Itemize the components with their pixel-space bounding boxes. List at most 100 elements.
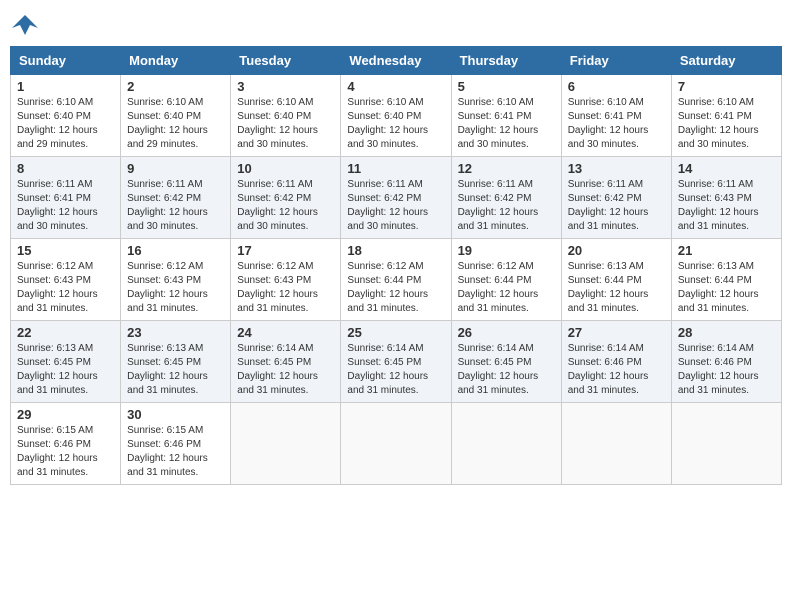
calendar-day-cell: 13 Sunrise: 6:11 AMSunset: 6:42 PMDayligh…	[561, 157, 671, 239]
day-info: Sunrise: 6:11 AMSunset: 6:41 PMDaylight:…	[17, 178, 114, 234]
calendar-day-cell: 30 Sunrise: 6:15 AMSunset: 6:46 PMDayligh…	[121, 403, 231, 485]
day-number: 28	[678, 325, 775, 340]
day-number: 7	[678, 79, 775, 94]
day-number: 4	[347, 79, 444, 94]
calendar-day-cell: 28 Sunrise: 6:14 AMSunset: 6:46 PMDayligh…	[671, 321, 781, 403]
calendar-day-cell: 25 Sunrise: 6:14 AMSunset: 6:45 PMDayligh…	[341, 321, 451, 403]
calendar-day-cell: 20 Sunrise: 6:13 AMSunset: 6:44 PMDayligh…	[561, 239, 671, 321]
day-number: 3	[237, 79, 334, 94]
day-number: 30	[127, 407, 224, 422]
day-info: Sunrise: 6:11 AMSunset: 6:42 PMDaylight:…	[568, 178, 665, 234]
day-info: Sunrise: 6:13 AMSunset: 6:44 PMDaylight:…	[568, 260, 665, 316]
day-info: Sunrise: 6:12 AMSunset: 6:44 PMDaylight:…	[458, 260, 555, 316]
day-info: Sunrise: 6:10 AMSunset: 6:40 PMDaylight:…	[347, 96, 444, 152]
calendar-day-cell	[231, 403, 341, 485]
day-number: 24	[237, 325, 334, 340]
day-info: Sunrise: 6:12 AMSunset: 6:43 PMDaylight:…	[17, 260, 114, 316]
day-info: Sunrise: 6:13 AMSunset: 6:45 PMDaylight:…	[127, 342, 224, 398]
page-header	[10, 10, 782, 40]
calendar-day-cell: 11 Sunrise: 6:11 AMSunset: 6:42 PMDayligh…	[341, 157, 451, 239]
calendar-day-cell	[341, 403, 451, 485]
calendar-table: SundayMondayTuesdayWednesdayThursdayFrid…	[10, 46, 782, 485]
day-info: Sunrise: 6:12 AMSunset: 6:43 PMDaylight:…	[127, 260, 224, 316]
day-number: 27	[568, 325, 665, 340]
calendar-day-cell: 15Sunrise: 6:12 AMSunset: 6:43 PMDayligh…	[11, 239, 121, 321]
column-header-wednesday: Wednesday	[341, 47, 451, 75]
calendar-week-row: 8 Sunrise: 6:11 AMSunset: 6:41 PMDaylight…	[11, 157, 782, 239]
day-info: Sunrise: 6:11 AMSunset: 6:42 PMDaylight:…	[347, 178, 444, 234]
calendar-day-cell: 26 Sunrise: 6:14 AMSunset: 6:45 PMDayligh…	[451, 321, 561, 403]
calendar-day-cell: 7Sunrise: 6:10 AMSunset: 6:41 PMDaylight…	[671, 75, 781, 157]
calendar-day-cell: 9 Sunrise: 6:11 AMSunset: 6:42 PMDaylight…	[121, 157, 231, 239]
calendar-day-cell: 6 Sunrise: 6:10 AMSunset: 6:41 PMDaylight…	[561, 75, 671, 157]
day-info: Sunrise: 6:12 AMSunset: 6:43 PMDaylight:…	[237, 260, 334, 316]
calendar-day-cell: 3 Sunrise: 6:10 AMSunset: 6:40 PMDaylight…	[231, 75, 341, 157]
day-info: Sunrise: 6:12 AMSunset: 6:44 PMDaylight:…	[347, 260, 444, 316]
calendar-week-row: 22 Sunrise: 6:13 AMSunset: 6:45 PMDayligh…	[11, 321, 782, 403]
day-number: 20	[568, 243, 665, 258]
day-number: 25	[347, 325, 444, 340]
day-number: 19	[458, 243, 555, 258]
day-number: 14	[678, 161, 775, 176]
day-info: Sunrise: 6:11 AMSunset: 6:42 PMDaylight:…	[127, 178, 224, 234]
column-header-thursday: Thursday	[451, 47, 561, 75]
calendar-day-cell: 1 Sunrise: 6:10 AMSunset: 6:40 PMDaylight…	[11, 75, 121, 157]
column-header-sunday: Sunday	[11, 47, 121, 75]
day-info: Sunrise: 6:13 AMSunset: 6:45 PMDaylight:…	[17, 342, 114, 398]
day-number: 1	[17, 79, 114, 94]
day-number: 21	[678, 243, 775, 258]
calendar-day-cell: 27 Sunrise: 6:14 AMSunset: 6:46 PMDayligh…	[561, 321, 671, 403]
calendar-day-cell: 12 Sunrise: 6:11 AMSunset: 6:42 PMDayligh…	[451, 157, 561, 239]
day-number: 6	[568, 79, 665, 94]
day-info: Sunrise: 6:14 AMSunset: 6:46 PMDaylight:…	[568, 342, 665, 398]
day-info: Sunrise: 6:14 AMSunset: 6:46 PMDaylight:…	[678, 342, 775, 398]
calendar-week-row: 29Sunrise: 6:15 AMSunset: 6:46 PMDayligh…	[11, 403, 782, 485]
calendar-day-cell: 14Sunrise: 6:11 AMSunset: 6:43 PMDayligh…	[671, 157, 781, 239]
day-number: 9	[127, 161, 224, 176]
day-number: 11	[347, 161, 444, 176]
day-info: Sunrise: 6:14 AMSunset: 6:45 PMDaylight:…	[458, 342, 555, 398]
day-info: Sunrise: 6:15 AMSunset: 6:46 PMDaylight:…	[127, 424, 224, 480]
day-number: 10	[237, 161, 334, 176]
day-number: 18	[347, 243, 444, 258]
day-number: 16	[127, 243, 224, 258]
day-info: Sunrise: 6:10 AMSunset: 6:40 PMDaylight:…	[127, 96, 224, 152]
calendar-week-row: 15Sunrise: 6:12 AMSunset: 6:43 PMDayligh…	[11, 239, 782, 321]
column-header-friday: Friday	[561, 47, 671, 75]
day-info: Sunrise: 6:10 AMSunset: 6:41 PMDaylight:…	[458, 96, 555, 152]
column-header-saturday: Saturday	[671, 47, 781, 75]
column-header-tuesday: Tuesday	[231, 47, 341, 75]
column-header-monday: Monday	[121, 47, 231, 75]
calendar-day-cell: 4 Sunrise: 6:10 AMSunset: 6:40 PMDaylight…	[341, 75, 451, 157]
day-number: 22	[17, 325, 114, 340]
day-number: 2	[127, 79, 224, 94]
day-info: Sunrise: 6:10 AMSunset: 6:40 PMDaylight:…	[237, 96, 334, 152]
calendar-day-cell: 8 Sunrise: 6:11 AMSunset: 6:41 PMDaylight…	[11, 157, 121, 239]
calendar-day-cell: 2 Sunrise: 6:10 AMSunset: 6:40 PMDaylight…	[121, 75, 231, 157]
calendar-day-cell: 17Sunrise: 6:12 AMSunset: 6:43 PMDayligh…	[231, 239, 341, 321]
day-info: Sunrise: 6:14 AMSunset: 6:45 PMDaylight:…	[347, 342, 444, 398]
day-number: 13	[568, 161, 665, 176]
day-info: Sunrise: 6:13 AMSunset: 6:44 PMDaylight:…	[678, 260, 775, 316]
day-number: 26	[458, 325, 555, 340]
calendar-day-cell	[561, 403, 671, 485]
calendar-day-cell	[671, 403, 781, 485]
calendar-day-cell: 5 Sunrise: 6:10 AMSunset: 6:41 PMDaylight…	[451, 75, 561, 157]
calendar-day-cell: 24Sunrise: 6:14 AMSunset: 6:45 PMDayligh…	[231, 321, 341, 403]
day-number: 5	[458, 79, 555, 94]
day-number: 12	[458, 161, 555, 176]
calendar-day-cell	[451, 403, 561, 485]
day-info: Sunrise: 6:10 AMSunset: 6:41 PMDaylight:…	[568, 96, 665, 152]
logo	[10, 10, 44, 40]
calendar-day-cell: 16 Sunrise: 6:12 AMSunset: 6:43 PMDayligh…	[121, 239, 231, 321]
day-info: Sunrise: 6:11 AMSunset: 6:42 PMDaylight:…	[237, 178, 334, 234]
calendar-day-cell: 18 Sunrise: 6:12 AMSunset: 6:44 PMDayligh…	[341, 239, 451, 321]
calendar-day-cell: 23Sunrise: 6:13 AMSunset: 6:45 PMDayligh…	[121, 321, 231, 403]
day-info: Sunrise: 6:15 AMSunset: 6:46 PMDaylight:…	[17, 424, 114, 480]
calendar-day-cell: 10 Sunrise: 6:11 AMSunset: 6:42 PMDayligh…	[231, 157, 341, 239]
calendar-day-cell: 29Sunrise: 6:15 AMSunset: 6:46 PMDayligh…	[11, 403, 121, 485]
day-number: 8	[17, 161, 114, 176]
day-info: Sunrise: 6:10 AMSunset: 6:40 PMDaylight:…	[17, 96, 114, 152]
calendar-header-row: SundayMondayTuesdayWednesdayThursdayFrid…	[11, 47, 782, 75]
day-info: Sunrise: 6:11 AMSunset: 6:42 PMDaylight:…	[458, 178, 555, 234]
